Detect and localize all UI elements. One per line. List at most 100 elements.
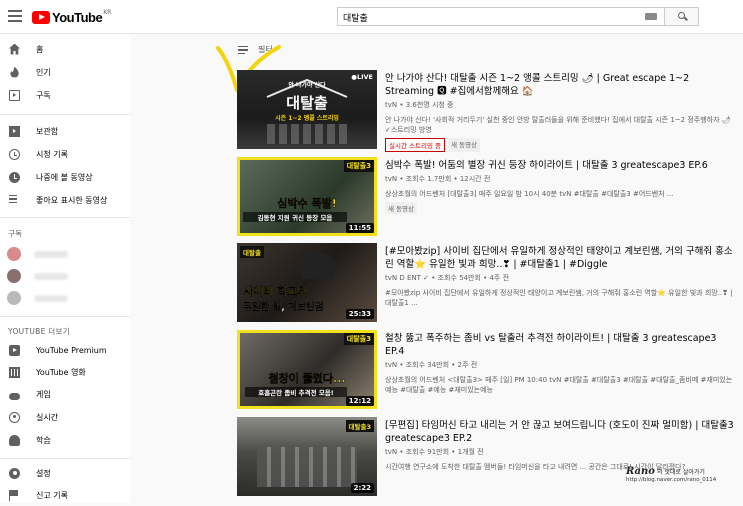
video-info: [#모아봤zip] 사이비 집단에서 유일하게 정상적인 태양이고 계보린쌤, … [385, 245, 735, 308]
sidebar-item-settings[interactable]: 설정 [0, 462, 130, 484]
video-title[interactable]: 심박수 폭발! 어둠의 별장 귀신 등장 하이라이트 | 대탈출 3 great… [385, 159, 735, 172]
home-icon [9, 43, 20, 55]
sidebar-item-live[interactable]: 실시간 [0, 406, 130, 428]
sidebar-item-label: 신고 기록 [36, 490, 68, 500]
video-thumbnail[interactable]: 대탈출3 2:22 [237, 417, 377, 496]
video-thumbnail[interactable]: 대탈출3 심박수 폭발! 김동현 지원 귀신 등장 모음 11:55 [237, 157, 377, 236]
sidebar: 홈 인기 구독 보관함 시청 기록 나중에 볼 동영상 좋아요 표시한 동영상 … [0, 34, 130, 503]
live-icon [9, 411, 20, 423]
youtube-play-icon [32, 11, 50, 24]
subscription-channel[interactable] [0, 243, 130, 265]
video-meta: tvN • 3.6천명 시청 중 [385, 101, 454, 109]
sidebar-item-liked[interactable]: 좋아요 표시한 동영상 [0, 189, 130, 211]
masthead: YouTube KR 대탈출 [0, 0, 743, 34]
avatar [7, 247, 21, 261]
watermark-url: http://blog.naver.com/rano_0114 [626, 477, 717, 483]
video-info: 안 나가야 산다! 대탈출 시즌 1~2 앵콜 스트리밍 🌶 | Great e… [385, 72, 735, 152]
sidebar-item-subscriptions[interactable]: 구독 [0, 84, 130, 106]
blurred-channel-name [34, 294, 68, 302]
subscriptions-icon [9, 89, 20, 101]
video-thumbnail[interactable]: 대탈출3 철창이 뚫렸다... 호흡곤란 좀비 추격전 모음! 12:12 [237, 330, 377, 409]
video-result[interactable]: 안 나가야 산다 대탈출 시즌 1~2 앵콜 스트리밍 ●LIVE 안 나가야 … [237, 70, 737, 152]
video-info: [무편집] 타임머신 타고 내리는 거 안 끊고 보여드립니다 (호도이 진짜 … [385, 419, 735, 472]
movies-icon [9, 366, 20, 378]
sidebar-item-history[interactable]: 시청 기록 [0, 143, 130, 165]
video-duration: 11:55 [345, 223, 374, 233]
search-button[interactable] [665, 7, 699, 26]
sidebar-item-label: 학습 [36, 435, 51, 445]
video-result[interactable]: 대탈출3 철창이 뚫렸다... 호흡곤란 좀비 추격전 모음! 12:12 철창… [237, 330, 737, 410]
search-results: 필터 안 나가야 산다 대탈출 시즌 1~2 앵콜 스트리밍 ●LIVE 안 나… [130, 34, 743, 503]
video-meta: tvN • 조회수 34만회 • 2주 전 [385, 361, 478, 369]
sidebar-item-label: 나중에 볼 동영상 [36, 172, 93, 182]
video-title[interactable]: 철창 뚫고 폭주하는 좀비 vs 탈출러 추격전 하이라이트! | 대탈출 3 … [385, 332, 735, 358]
search-icon [678, 12, 685, 19]
video-info: 철창 뚫고 폭주하는 좀비 vs 탈출러 추격전 하이라이트! | 대탈출 3 … [385, 332, 735, 395]
thumbnail-caption: 심박수 폭발! [277, 197, 337, 210]
thumbnail-sub-text: 김동현 지원 귀신 등장 모음 [243, 212, 347, 222]
new-badge: 새 동영상 [447, 138, 480, 152]
keyboard-icon[interactable] [645, 13, 657, 20]
youtube-logo[interactable]: YouTube KR [32, 9, 112, 25]
sidebar-divider [0, 316, 130, 317]
sidebar-item-watch-later[interactable]: 나중에 볼 동영상 [0, 166, 130, 188]
logo-region: KR [103, 9, 112, 16]
badge-row: 실시간 스트리밍 중 새 동영상 [385, 138, 735, 152]
sidebar-item-learning[interactable]: 학습 [0, 429, 130, 451]
blurred-channel-name [34, 250, 68, 258]
thumbnail-caption: 사이비 학교의 [243, 285, 308, 298]
hamburger-menu-icon[interactable] [8, 10, 22, 22]
gaming-icon [9, 392, 20, 400]
settings-icon [9, 467, 20, 479]
video-info: 심박수 폭발! 어둠의 별장 귀신 등장 하이라이트 | 대탈출 3 great… [385, 159, 735, 214]
sidebar-item-premium[interactable]: YouTube Premium [0, 339, 130, 361]
thumbnail-sub-text: 호흡곤란 좀비 추격전 모음! [245, 387, 347, 397]
thumbnail-sub-text: 시즌 1~2 앵콜 스트리밍 [275, 115, 339, 122]
video-result[interactable]: 대탈출 사이비 학교의 유일한 빛, 계보린쌤 25:33 [#모아봤zip] … [237, 243, 737, 323]
search-input[interactable]: 대탈출 [337, 7, 665, 26]
thumbnail-top-text: 안 나가야 산다 [288, 82, 326, 89]
blog-watermark: Rano 의 멋대로 살아가기 http://blog.naver.com/ra… [626, 466, 743, 503]
subscription-channel[interactable] [0, 287, 130, 309]
sidebar-item-label: 좋아요 표시한 동영상 [36, 195, 108, 205]
sidebar-item-label: 홈 [36, 44, 44, 54]
premium-icon [9, 344, 20, 356]
video-thumbnail[interactable]: 안 나가야 산다 대탈출 시즌 1~2 앵콜 스트리밍 ●LIVE [237, 70, 377, 149]
video-result[interactable]: 대탈출3 심박수 폭발! 김동현 지원 귀신 등장 모음 11:55 심박수 폭… [237, 157, 737, 237]
video-title[interactable]: [#모아봤zip] 사이비 집단에서 유일하게 정상적인 태양이고 계보린쌤, … [385, 245, 735, 271]
video-duration: 2:22 [350, 483, 374, 493]
video-thumbnail[interactable]: 대탈출 사이비 학교의 유일한 빛, 계보린쌤 25:33 [237, 243, 377, 322]
sidebar-item-home[interactable]: 홈 [0, 38, 130, 60]
avatar [7, 269, 21, 283]
video-title[interactable]: 안 나가야 산다! 대탈출 시즌 1~2 앵콜 스트리밍 🌶 | Great e… [385, 72, 735, 98]
sidebar-item-label: 시청 기록 [36, 149, 68, 159]
sidebar-item-trending[interactable]: 인기 [0, 61, 130, 83]
more-from-youtube-header: YOUTUBE 더보기 [8, 327, 70, 336]
video-meta: tvN D ENT ✓ • 조회수 54만회 • 4주 전 [385, 274, 510, 282]
sidebar-divider [0, 217, 130, 218]
new-badge: 새 동영상 [385, 202, 417, 214]
liked-videos-icon [9, 194, 20, 206]
thumbnail-top-text: 대탈출3 [345, 420, 374, 432]
sidebar-item-label: YouTube Premium [36, 345, 107, 355]
thumbnail-top-text: 대탈출3 [343, 333, 374, 345]
sidebar-item-label: 설정 [36, 468, 51, 478]
sidebar-item-movies[interactable]: YouTube 영화 [0, 361, 130, 383]
thumbnail-top-text: 대탈출 [240, 246, 264, 258]
sidebar-item-gaming[interactable]: 게임 [0, 383, 130, 405]
cast-photos [267, 124, 347, 144]
video-meta: tvN • 조회수 1.7만회 • 12시간 전 [385, 175, 491, 183]
live-badge: ●LIVE [351, 73, 373, 81]
sidebar-item-label: 실시간 [36, 412, 59, 422]
video-duration: 12:12 [345, 396, 374, 406]
avatar [7, 291, 21, 305]
sidebar-item-label: 게임 [36, 389, 51, 399]
sidebar-divider [0, 114, 130, 115]
video-description: 안 나가야 산다! '사회적 거리두기' 실천 중인 안방 탈출러들을 위해 준… [385, 116, 731, 134]
subscription-channel[interactable] [0, 265, 130, 287]
video-description: 상상초월의 어드벤처 <대탈출3> 매주 [일] PM 10:40 tvN #대… [385, 376, 733, 394]
flag-icon [9, 489, 20, 501]
sidebar-item-library[interactable]: 보관함 [0, 120, 130, 142]
subscriptions-header: 구독 [8, 229, 23, 238]
video-title[interactable]: [무편집] 타임머신 타고 내리는 거 안 끊고 보여드립니다 (호도이 진짜 … [385, 419, 735, 445]
